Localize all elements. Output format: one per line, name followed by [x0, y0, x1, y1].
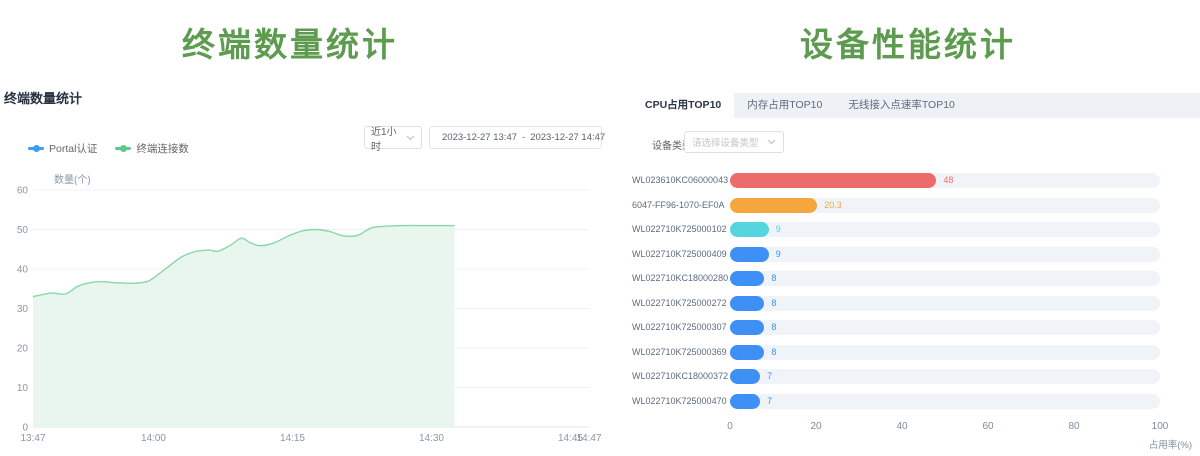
- y-tick-label: 0: [22, 423, 28, 434]
- x-tick-label: 14:47: [576, 433, 601, 444]
- tab-item-2[interactable]: 无线接入点速率TOP10: [835, 93, 968, 118]
- bar-row: WL022710KC18000372 7: [632, 369, 1192, 384]
- date-range-end: 2023-12-27 14:47: [530, 132, 605, 143]
- bar-x-tick-label: 80: [1059, 421, 1089, 432]
- bar-category-label: WL022710K725000272: [632, 296, 722, 311]
- device-perf-big-title: 设备性能统计: [628, 18, 1188, 66]
- bar-fill: [730, 173, 936, 188]
- legend-item-1[interactable]: 终端连接数: [115, 141, 189, 156]
- x-tick-label: 13:47: [20, 433, 45, 444]
- chart-legend: Portal认证 终端连接数: [28, 141, 189, 156]
- bar-x-tick-label: 100: [1145, 421, 1175, 432]
- device-type-placeholder: 请选择设备类型: [692, 135, 759, 149]
- y-tick-label: 40: [17, 265, 29, 276]
- bar-value-label: 7: [767, 369, 772, 384]
- bar-chart: WL023610KC06000043 48 6047-FF96-1070-EF0A 2…: [632, 170, 1192, 416]
- dashboard: 终端数量统计 终端数量统计 近1小时 2023-12-27 13:47 - 20…: [0, 0, 1200, 456]
- line-chart: 010203040506013:4714:0014:1514:3014:4514…: [0, 184, 620, 446]
- y-tick-label: 10: [17, 383, 29, 394]
- legend-item-0[interactable]: Portal认证: [28, 141, 97, 156]
- bar-track: [730, 296, 1160, 311]
- x-tick-label: 14:30: [419, 433, 444, 444]
- bar-fill: [730, 369, 760, 384]
- y-tick-label: 20: [17, 344, 29, 355]
- bar-track: [730, 369, 1160, 384]
- bar-category-label: WL023610KC06000043: [632, 173, 722, 188]
- bar-track: [730, 394, 1160, 409]
- bar-row: WL022710K725000307 8: [632, 320, 1192, 335]
- terminal-panel-title: 终端数量统计: [4, 88, 82, 107]
- bar-row: WL022710K725000369 8: [632, 345, 1192, 360]
- bar-row: WL023610KC06000043 48: [632, 173, 1192, 188]
- y-tick-label: 50: [17, 225, 29, 236]
- tab-item-1[interactable]: 内存占用TOP10: [734, 93, 835, 118]
- bar-x-tick-label: 60: [973, 421, 1003, 432]
- bar-value-label: 9: [776, 222, 781, 237]
- bar-category-label: WL022710K725000369: [632, 345, 722, 360]
- bar-x-tick-label: 0: [715, 421, 745, 432]
- bar-track: [730, 198, 1160, 213]
- bar-category-label: WL022710K725000409: [632, 247, 722, 262]
- bar-category-label: WL022710K725000470: [632, 394, 722, 409]
- bar-track: [730, 345, 1160, 360]
- chevron-down-icon: [406, 135, 415, 141]
- legend-marker-icon: [28, 147, 44, 150]
- bar-fill: [730, 394, 760, 409]
- time-range-value: 近1小时: [371, 123, 406, 153]
- bar-fill: [730, 345, 764, 360]
- bar-category-label: WL022710KC18000372: [632, 369, 722, 384]
- date-range-separator: -: [522, 132, 525, 143]
- bar-fill: [730, 247, 769, 262]
- terminal-stats-big-title: 终端数量统计: [0, 18, 580, 66]
- bar-fill: [730, 296, 764, 311]
- bar-fill: [730, 271, 764, 286]
- date-range-start: 2023-12-27 13:47: [442, 132, 517, 143]
- bar-row: WL022710K725000409 9: [632, 247, 1192, 262]
- date-range-picker[interactable]: 2023-12-27 13:47 - 2023-12-27 14:47: [429, 126, 602, 149]
- bar-value-label: 8: [771, 345, 776, 360]
- bar-row: WL022710KC18000280 8: [632, 271, 1192, 286]
- bar-x-tick-label: 40: [887, 421, 917, 432]
- y-tick-label: 30: [17, 304, 29, 315]
- bar-value-label: 9: [776, 247, 781, 262]
- x-tick-label: 14:15: [280, 433, 305, 444]
- legend-label: Portal认证: [49, 141, 97, 156]
- bar-row: 6047-FF96-1070-EF0A 20.3: [632, 198, 1192, 213]
- bar-value-label: 8: [771, 296, 776, 311]
- bar-category-label: WL022710K725000307: [632, 320, 722, 335]
- y-tick-label: 60: [17, 186, 29, 197]
- bar-fill: [730, 222, 769, 237]
- bar-fill: [730, 320, 764, 335]
- legend-label: 终端连接数: [136, 141, 189, 156]
- bar-x-tick-label: 20: [801, 421, 831, 432]
- device-type-select[interactable]: 请选择设备类型: [684, 131, 784, 153]
- area-fill: [33, 225, 455, 427]
- x-tick-label: 14:00: [141, 433, 166, 444]
- tab-strip: CPU占用TOP10内存占用TOP10无线接入点速率TOP10: [632, 93, 1200, 118]
- bar-value-label: 7: [767, 394, 772, 409]
- bar-category-label: 6047-FF96-1070-EF0A: [632, 198, 722, 213]
- bar-row: WL022710K725000470 7: [632, 394, 1192, 409]
- bar-track: [730, 222, 1160, 237]
- bar-fill: [730, 198, 817, 213]
- bar-track: [730, 247, 1160, 262]
- bar-track: [730, 271, 1160, 286]
- bar-value-label: 8: [771, 271, 776, 286]
- bar-track: [730, 320, 1160, 335]
- bar-category-label: WL022710KC18000280: [632, 271, 722, 286]
- bar-value-label: 8: [771, 320, 776, 335]
- time-range-select[interactable]: 近1小时: [364, 126, 422, 149]
- bar-value-label: 20.3: [824, 198, 842, 213]
- x-axis-unit-label: 占用率(%): [1100, 437, 1192, 451]
- bar-row: WL022710K725000272 8: [632, 296, 1192, 311]
- bar-value-label: 48: [943, 173, 953, 188]
- bar-category-label: WL022710K725000102: [632, 222, 722, 237]
- legend-marker-icon: [115, 147, 131, 150]
- tab-item-0[interactable]: CPU占用TOP10: [632, 93, 734, 118]
- chevron-down-icon: [767, 139, 776, 145]
- bar-row: WL022710K725000102 9: [632, 222, 1192, 237]
